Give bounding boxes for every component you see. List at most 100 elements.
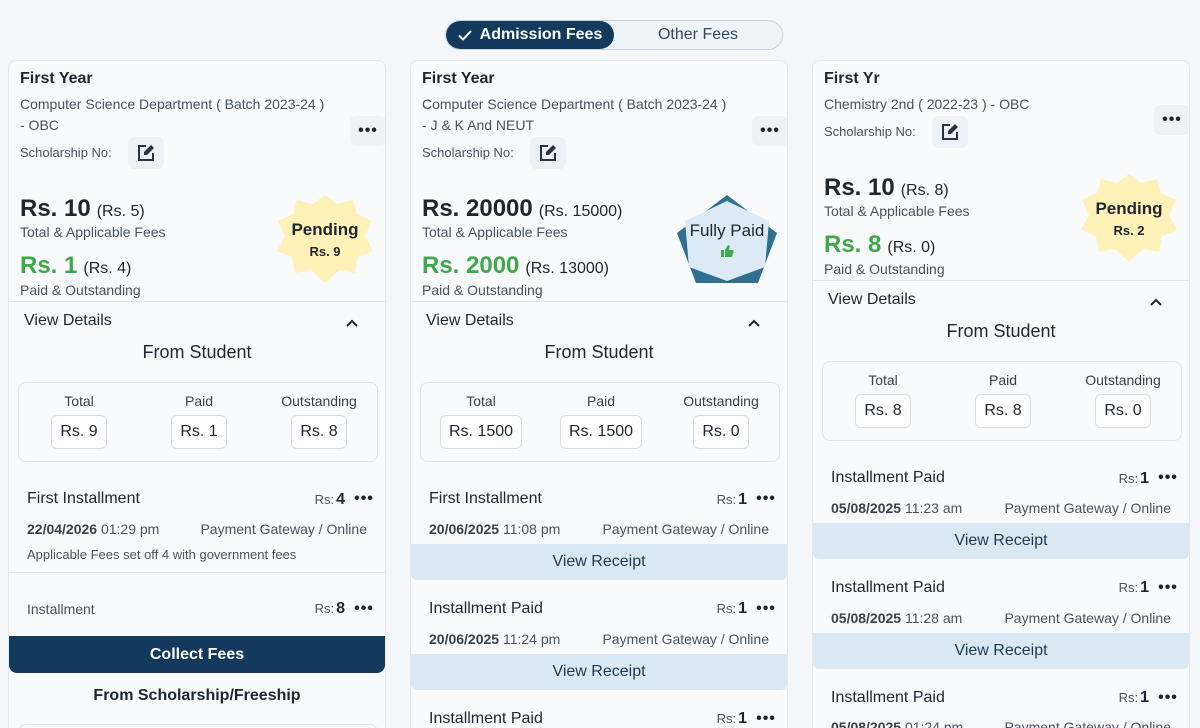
paid-amount-value: Rs. 1 (20, 252, 78, 279)
summary-outstanding: Outstanding Rs. 0 (661, 383, 781, 449)
installment-amount: Rs: 1 (717, 491, 747, 509)
card-title: First Yr (824, 70, 880, 87)
summary-outstanding-head: Outstanding (683, 393, 759, 409)
collect-fees-button[interactable]: Collect Fees (9, 636, 385, 673)
view-receipt-button[interactable]: View Receipt (411, 654, 787, 690)
summary-total-head: Total (64, 393, 94, 409)
installment-datetime: 05/08/2025 11:23 am (831, 500, 962, 516)
installment-time: 11:23 am (904, 500, 963, 516)
installment-more-button[interactable]: ••• (1150, 573, 1186, 603)
installment-gateway: Payment Gateway / Online (602, 631, 769, 647)
card-subtitle-line1: Chemistry 2nd ( 2022-23 ) - OBC (824, 96, 1030, 112)
card-subtitle: Computer Science Department ( Batch 2023… (422, 94, 742, 136)
thumbs-up-icon (721, 244, 734, 257)
installment-more-button[interactable]: ••• (1150, 463, 1186, 493)
summary-total: Total Rs. 8 (823, 362, 943, 428)
installment-rs-label: Rs: (314, 601, 335, 616)
fee-type-toggle: Admission Fees Other Fees (445, 20, 783, 50)
summary-total-value: Rs. 1500 (439, 415, 523, 449)
tab-admission-fees[interactable]: Admission Fees (446, 21, 614, 49)
card-more-button[interactable]: ••• (350, 116, 385, 146)
installment-amount: Rs: 1 (717, 710, 747, 728)
view-receipt-button[interactable]: View Receipt (411, 544, 787, 580)
installment-title: Installment Paid (429, 710, 543, 727)
installment-time: 01:24 pm (904, 719, 964, 728)
fee-card: First Yr Chemistry 2nd ( 2022-23 ) - OBC… (812, 60, 1190, 728)
summary-outstanding-head: Outstanding (281, 393, 357, 409)
summary-paid-value: Rs. 1 (171, 415, 227, 449)
from-student-label: From Student (544, 342, 654, 362)
summary-outstanding: Outstanding Rs. 0 (1063, 362, 1183, 428)
summary-outstanding-value: Rs. 0 (1095, 394, 1151, 428)
installment-more-button[interactable]: ••• (748, 484, 784, 514)
total-amount-value: Rs. 10 (824, 174, 895, 201)
installment-title: First Installment (27, 490, 140, 507)
divider (411, 301, 787, 302)
chevron-up-icon[interactable] (747, 318, 761, 328)
status-badge: Fully Paid (675, 193, 779, 285)
edit-scholarship-button[interactable] (128, 137, 164, 169)
card-more-button[interactable]: ••• (752, 116, 787, 146)
paid-amount-value: Rs. 8 (824, 231, 882, 258)
summary-outstanding: Outstanding Rs. 8 (259, 383, 379, 449)
installment-more-button[interactable]: ••• (748, 594, 784, 624)
view-details-toggle[interactable]: View Details (828, 291, 916, 309)
installment-datetime: 05/08/2025 01:24 pm (831, 719, 963, 728)
installment-datetime: 20/06/2025 11:24 pm (429, 631, 560, 647)
view-details-toggle[interactable]: View Details (24, 312, 112, 330)
installment-date: 05/08/2025 (831, 610, 902, 626)
fee-card: First Year Computer Science Department (… (410, 60, 788, 728)
chevron-up-icon[interactable] (1149, 297, 1163, 307)
installment-amount-value: 8 (336, 600, 345, 617)
tab-other-fees[interactable]: Other Fees (614, 21, 782, 49)
installment-datetime: 22/04/2026 01:29 pm (27, 521, 159, 537)
installment-more-button[interactable]: ••• (346, 594, 382, 624)
installment-date: 20/06/2025 (429, 521, 500, 537)
applicable-amount: (Rs. 15000) (538, 203, 623, 220)
paid-amount: Rs. 1 (Rs. 4) (20, 252, 131, 280)
outstanding-amount: (Rs. 13000) (525, 260, 609, 277)
edit-icon (138, 145, 154, 161)
edit-scholarship-button[interactable] (932, 116, 968, 148)
view-details-toggle[interactable]: View Details (426, 312, 514, 330)
outstanding-amount: (Rs. 4) (83, 260, 132, 277)
installment-more-button[interactable]: ••• (1150, 683, 1186, 713)
view-receipt-button[interactable]: View Receipt (813, 523, 1189, 559)
total-amount-value: Rs. 10 (20, 195, 91, 222)
installment-more-button[interactable]: ••• (748, 704, 784, 728)
installment-gateway: Payment Gateway / Online (1004, 610, 1171, 626)
installment-amount: Rs: 1 (717, 600, 747, 618)
installment-amount-value: 1 (738, 491, 747, 508)
installment-amount-value: 4 (336, 491, 345, 508)
card-subtitle: Chemistry 2nd ( 2022-23 ) - OBC (824, 94, 1144, 115)
divider (813, 280, 1189, 281)
installment-amount: Rs: 1 (1119, 689, 1149, 707)
scholarship-heading: From Scholarship/Freeship (93, 687, 301, 704)
status-amount: Rs. 9 (309, 243, 341, 259)
installment-rs-label: Rs: (716, 492, 737, 507)
applicable-amount: (Rs. 5) (96, 203, 145, 220)
edit-scholarship-button[interactable] (530, 137, 566, 169)
summary-box: Total Rs. 1500 Paid Rs. 1500 Outstanding Rs… (420, 382, 780, 462)
paid-caption: Paid & Outstanding (422, 282, 543, 298)
summary-total: Total Rs. 9 (19, 383, 139, 449)
summary-total-value: Rs. 8 (855, 394, 911, 428)
view-receipt-button[interactable]: View Receipt (813, 633, 1189, 669)
outstanding-amount: (Rs. 0) (887, 239, 936, 256)
installment-datetime: 05/08/2025 11:28 am (831, 610, 962, 626)
total-caption: Total & Applicable Fees (824, 203, 970, 219)
tab-admission-fees-label: Admission Fees (479, 26, 603, 43)
installment-more-button[interactable]: ••• (346, 484, 382, 514)
installment-time: 11:08 pm (502, 521, 561, 537)
summary-paid: Paid Rs. 1 (139, 383, 259, 449)
chevron-up-icon[interactable] (345, 318, 359, 328)
card-more-button[interactable]: ••• (1154, 105, 1189, 135)
divider (9, 301, 385, 302)
summary-total: Total Rs. 1500 (421, 383, 541, 449)
total-amount: Rs. 20000 (Rs. 15000) (422, 195, 622, 223)
status-badge: Pending Rs. 9 (275, 194, 375, 284)
installment-rs-label: Rs: (716, 711, 737, 726)
card-title: First Year (422, 70, 495, 87)
summary-total-head: Total (868, 372, 898, 388)
paid-caption: Paid & Outstanding (20, 282, 141, 298)
